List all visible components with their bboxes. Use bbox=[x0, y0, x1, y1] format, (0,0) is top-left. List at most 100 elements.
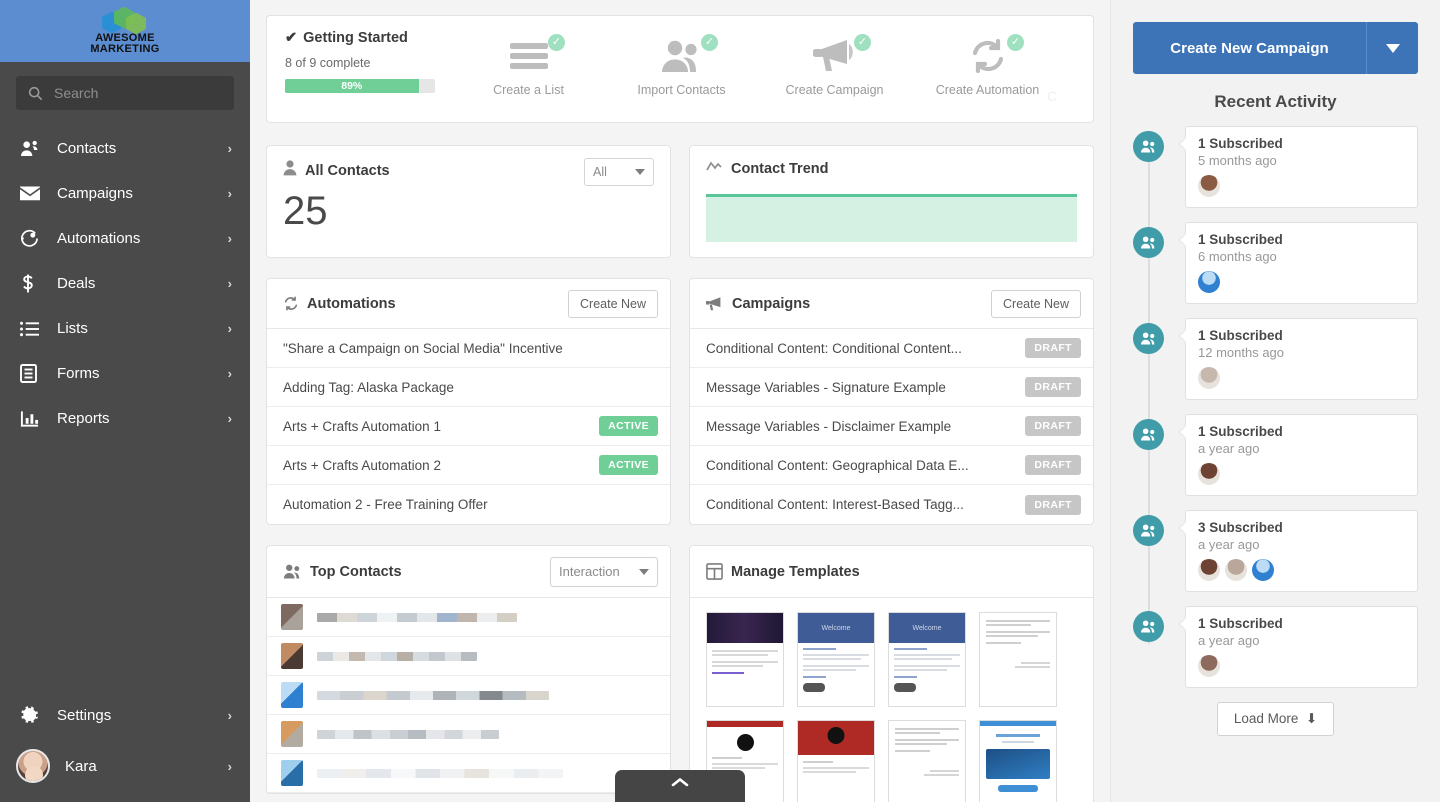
card-title: Contact Trend bbox=[731, 161, 829, 177]
card-title: Top Contacts bbox=[310, 563, 402, 580]
top-contacts-card: Top Contacts Interaction bbox=[266, 545, 671, 794]
manage-templates-header: Manage Templates bbox=[690, 546, 1093, 598]
automations-col: Automations Create New "Share a Campaign… bbox=[266, 278, 671, 525]
list-item[interactable] bbox=[267, 598, 670, 637]
template-thumbnail[interactable]: Welcome bbox=[797, 612, 875, 707]
automation-gear-icon bbox=[20, 229, 48, 248]
sidebar-item-contacts[interactable]: Contacts › bbox=[0, 126, 250, 171]
sidebar-user-profile[interactable]: Kara › bbox=[0, 738, 250, 794]
getting-started-card: ✔ Getting Started 8 of 9 complete 89% ✓ … bbox=[266, 15, 1094, 123]
table-row[interactable]: Automation 2 - Free Training Offer bbox=[267, 485, 670, 524]
automations-card: Automations Create New "Share a Campaign… bbox=[266, 278, 671, 525]
list-item[interactable] bbox=[267, 715, 670, 754]
activity-avatars bbox=[1198, 271, 1405, 293]
create-new-campaign-button[interactable]: Create New bbox=[991, 289, 1081, 318]
table-row[interactable]: Arts + Crafts Automation 2 ACTIVE bbox=[267, 446, 670, 485]
all-contacts-col: All Contacts 25 All bbox=[266, 145, 671, 258]
table-row[interactable]: Conditional Content: Interest-Based Tagg… bbox=[690, 485, 1093, 524]
step-label: Import Contacts bbox=[637, 83, 726, 97]
sidebar-item-forms[interactable]: Forms › bbox=[0, 351, 250, 396]
table-row[interactable]: Conditional Content: Conditional Content… bbox=[690, 329, 1093, 368]
table-row[interactable]: "Share a Campaign on Social Media" Incen… bbox=[267, 329, 670, 368]
card-title: Campaigns bbox=[732, 295, 811, 312]
card-title: All Contacts bbox=[305, 162, 390, 179]
chevron-right-icon: › bbox=[227, 366, 232, 381]
avatar[interactable] bbox=[1198, 175, 1220, 197]
sidebar-item-settings[interactable]: Settings › bbox=[0, 693, 250, 738]
activity-card[interactable]: 3 Subscribed a year ago bbox=[1179, 510, 1418, 592]
campaigns-header: Campaigns Create New bbox=[690, 279, 1093, 329]
create-campaign-dropdown-button[interactable] bbox=[1366, 22, 1418, 74]
search-box[interactable] bbox=[16, 76, 234, 110]
sidebar-item-label: Campaigns bbox=[57, 185, 133, 202]
table-row[interactable]: Message Variables - Signature Example DRA… bbox=[690, 368, 1093, 407]
list-item[interactable] bbox=[267, 637, 670, 676]
status-badge: DRAFT bbox=[1025, 455, 1081, 475]
step-complete-check-icon: ✓ bbox=[1007, 34, 1024, 51]
activity-card[interactable]: 1 Subscribed a year ago bbox=[1179, 414, 1418, 496]
sidebar-item-deals[interactable]: Deals › bbox=[0, 261, 250, 306]
people-icon bbox=[1133, 323, 1164, 354]
brand-header[interactable]: AWESOME MARKETING bbox=[0, 0, 250, 62]
sidebar-item-label: Contacts bbox=[57, 140, 117, 157]
avatar[interactable] bbox=[1252, 559, 1274, 581]
chevron-down-icon bbox=[639, 568, 649, 575]
avatar[interactable] bbox=[1198, 559, 1220, 581]
avatar[interactable] bbox=[1225, 559, 1247, 581]
template-thumbnail[interactable] bbox=[706, 612, 784, 707]
step-create-automation[interactable]: ✓ Create Automation bbox=[911, 30, 1064, 97]
activity-title: 1 Subscribed bbox=[1198, 232, 1283, 247]
sidebar-item-automations[interactable]: Automations › bbox=[0, 216, 250, 261]
search-input[interactable] bbox=[54, 85, 222, 101]
status-badge: DRAFT bbox=[1025, 338, 1081, 358]
sidebar-item-campaigns[interactable]: Campaigns › bbox=[0, 171, 250, 216]
brand-logo: AWESOME MARKETING bbox=[90, 6, 160, 56]
card-title: Automations bbox=[307, 295, 396, 312]
gear-icon bbox=[20, 706, 48, 725]
table-row[interactable]: Adding Tag: Alaska Package bbox=[267, 368, 670, 407]
row-label: Message Variables - Signature Example bbox=[706, 379, 946, 395]
template-thumbnail[interactable] bbox=[888, 720, 966, 802]
template-thumbnail[interactable]: Welcome bbox=[888, 612, 966, 707]
people-icon bbox=[1133, 227, 1164, 258]
activity-title: 1 Subscribed bbox=[1198, 136, 1283, 151]
sidebar-item-reports[interactable]: Reports › bbox=[0, 396, 250, 441]
table-row[interactable]: Message Variables - Disclaimer Example DR… bbox=[690, 407, 1093, 446]
table-row[interactable]: Conditional Content: Geographical Data E… bbox=[690, 446, 1093, 485]
activity-card[interactable]: 1 Subscribed a year ago bbox=[1179, 606, 1418, 688]
table-row[interactable]: Arts + Crafts Automation 1 ACTIVE bbox=[267, 407, 670, 446]
step-create-a-list[interactable]: ✓ Create a List bbox=[452, 30, 605, 97]
dollar-icon bbox=[20, 274, 48, 293]
activity-timestamp: 12 months ago bbox=[1198, 345, 1285, 360]
avatar[interactable] bbox=[1198, 463, 1220, 485]
contacts-filter-select[interactable]: All bbox=[584, 158, 654, 186]
getting-started-summary: ✔ Getting Started 8 of 9 complete 89% bbox=[267, 30, 452, 93]
avatar bbox=[281, 721, 303, 747]
top-contacts-header: Top Contacts Interaction bbox=[267, 546, 670, 598]
chevron-right-icon: › bbox=[227, 141, 232, 156]
step-import-contacts[interactable]: ✓ Import Contacts bbox=[605, 30, 758, 97]
template-thumbnail[interactable] bbox=[979, 612, 1057, 707]
create-new-automation-button[interactable]: Create New bbox=[568, 289, 658, 318]
activity-card[interactable]: 1 Subscribed 6 months ago bbox=[1179, 222, 1418, 304]
load-more-button[interactable]: Load More ⬇ bbox=[1216, 702, 1335, 736]
top-contacts-sort-select[interactable]: Interaction bbox=[550, 556, 658, 587]
sidebar-item-lists[interactable]: Lists › bbox=[0, 306, 250, 351]
avatar[interactable] bbox=[1198, 367, 1220, 389]
activity-card[interactable]: 1 Subscribed 5 months ago bbox=[1179, 126, 1418, 208]
avatar[interactable] bbox=[1198, 655, 1220, 677]
list-item[interactable] bbox=[267, 676, 670, 715]
load-more-label: Load More bbox=[1233, 711, 1299, 726]
step-create-campaign[interactable]: ✓ Create Campaign bbox=[758, 30, 911, 97]
scroll-to-top-tab[interactable] bbox=[615, 770, 745, 802]
brand-line-2: MARKETING bbox=[90, 43, 160, 55]
template-thumbnail[interactable] bbox=[979, 720, 1057, 802]
top-contacts-sort-value: Interaction bbox=[559, 564, 620, 579]
create-new-campaign-cta[interactable]: Create New Campaign bbox=[1133, 22, 1366, 74]
contacts-icon bbox=[20, 140, 48, 157]
activity-card[interactable]: 1 Subscribed 12 months ago bbox=[1179, 318, 1418, 400]
redacted-contact-name bbox=[317, 690, 549, 700]
list-item[interactable] bbox=[267, 754, 670, 793]
template-thumbnail[interactable] bbox=[797, 720, 875, 802]
avatar[interactable] bbox=[1198, 271, 1220, 293]
